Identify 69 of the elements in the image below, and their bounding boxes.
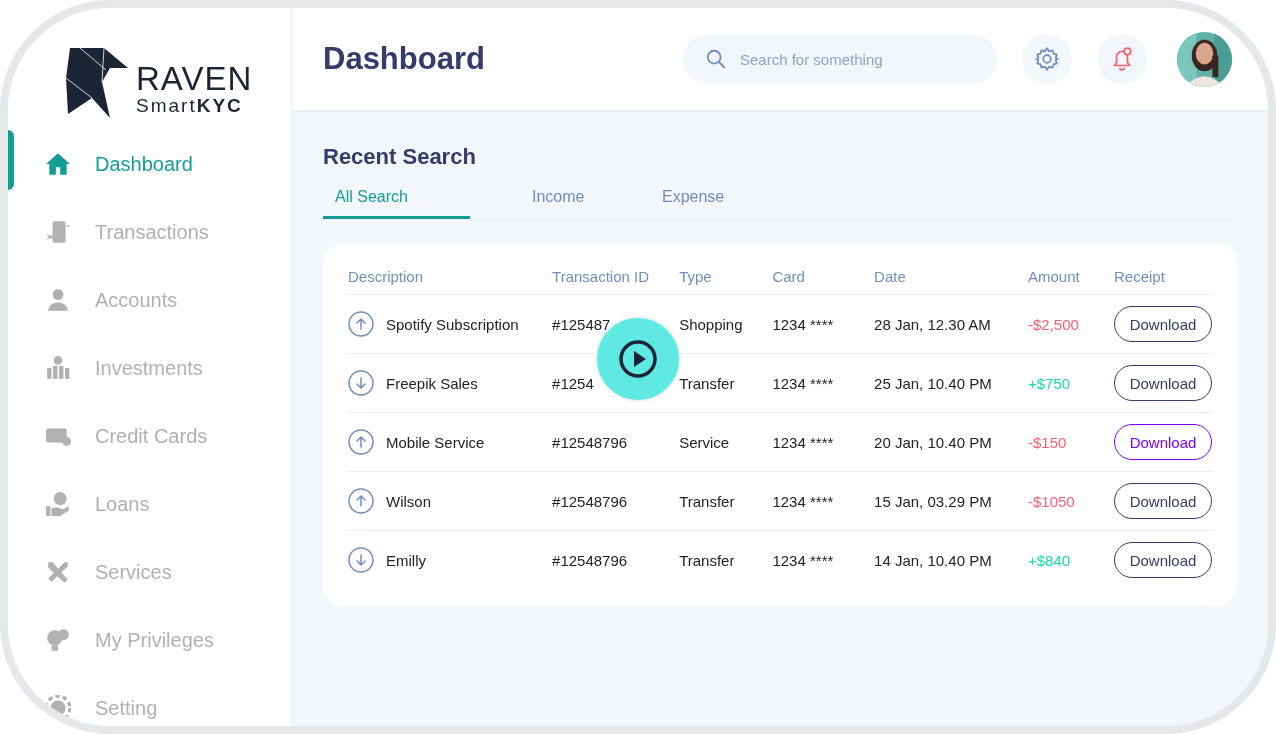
description-text: Wilson xyxy=(386,492,431,510)
card-number: 1234 **** xyxy=(772,492,834,510)
bird-logo-icon xyxy=(66,48,130,118)
sidebar-item[interactable]: Dashboard xyxy=(8,130,291,198)
transaction-id: #125487 xyxy=(552,315,611,333)
section-title: Recent Search xyxy=(323,144,477,170)
play-icon xyxy=(618,339,658,379)
home-icon xyxy=(45,151,71,177)
card-number: 1234 **** xyxy=(772,374,834,392)
transaction-id: #1254 xyxy=(552,374,594,392)
hand-coin-icon xyxy=(45,491,71,517)
notifications-button[interactable] xyxy=(1097,34,1147,84)
type-text: Shopping xyxy=(679,315,743,333)
download-button[interactable]: Download xyxy=(1114,365,1212,401)
search-icon xyxy=(705,48,727,70)
description-text: Emilly xyxy=(386,551,426,569)
transaction-id: #12548796 xyxy=(552,433,628,451)
tab[interactable]: All Search xyxy=(323,188,470,219)
amount-text: -$150 xyxy=(1027,433,1067,451)
transaction-id: #12548796 xyxy=(552,492,628,510)
column-header: Date xyxy=(873,258,1027,295)
page-title: Dashboard xyxy=(323,41,486,77)
card-number: 1234 **** xyxy=(772,551,834,569)
date-text: 28 Jan, 12.30 AM xyxy=(874,315,991,333)
card-number: 1234 **** xyxy=(772,433,834,451)
column-header: Amount xyxy=(1026,258,1113,295)
description-text: Freepik Sales xyxy=(386,374,478,392)
amount-text: -$2,500 xyxy=(1027,315,1079,333)
card-number: 1234 **** xyxy=(772,315,834,333)
column-header: Receipt xyxy=(1113,258,1213,295)
download-button[interactable]: Download xyxy=(1114,483,1212,519)
transaction-id: #12548796 xyxy=(552,551,628,569)
date-text: 14 Jan, 10.40 PM xyxy=(874,551,992,569)
logo-name: RAVEN xyxy=(136,62,253,96)
sidebar-item[interactable]: Loans xyxy=(8,470,291,538)
amount-text: +$840 xyxy=(1027,551,1071,569)
sidebar-item[interactable]: Services xyxy=(8,538,291,606)
sidebar-item[interactable]: Credit Cards xyxy=(8,402,291,470)
search-field[interactable]: Search for something xyxy=(683,34,997,84)
download-button[interactable]: Download xyxy=(1114,306,1212,342)
amount-text: +$750 xyxy=(1027,374,1071,392)
logo-tagline: SmartKYC xyxy=(136,96,244,116)
settings-button[interactable] xyxy=(1022,34,1072,84)
description-text: Mobile Service xyxy=(386,433,485,451)
download-button[interactable]: Download xyxy=(1114,542,1212,578)
type-text: Transfer xyxy=(679,551,735,569)
column-header: Description xyxy=(347,258,552,295)
type-text: Transfer xyxy=(679,374,735,392)
download-button[interactable]: Download xyxy=(1114,424,1212,460)
column-header: Card xyxy=(771,258,874,295)
sidebar-item[interactable]: My Privileges xyxy=(8,606,291,674)
sidebar-item[interactable]: Accounts xyxy=(8,266,291,334)
sidebar-item[interactable]: Setting xyxy=(8,674,291,726)
description-text: Spotify Subscription xyxy=(386,315,519,333)
person-icon xyxy=(45,287,71,313)
date-text: 25 Jan, 10.40 PM xyxy=(874,374,992,392)
bar-chart-icon xyxy=(45,355,71,381)
type-text: Transfer xyxy=(679,492,735,510)
sidebar-item[interactable]: Transactions xyxy=(8,198,291,266)
type-text: Service xyxy=(679,433,730,451)
settings-icon xyxy=(1034,46,1060,72)
amount-text: -$1050 xyxy=(1027,492,1075,510)
tab[interactable]: Expense xyxy=(650,188,820,219)
column-header: Type xyxy=(678,258,772,295)
sidebar-item[interactable]: Investments xyxy=(8,334,291,402)
date-text: 20 Jan, 10.40 PM xyxy=(874,433,992,451)
column-header: Transaction ID xyxy=(551,258,679,295)
date-text: 15 Jan, 03.29 PM xyxy=(874,492,992,510)
tab[interactable]: Income xyxy=(520,188,650,219)
